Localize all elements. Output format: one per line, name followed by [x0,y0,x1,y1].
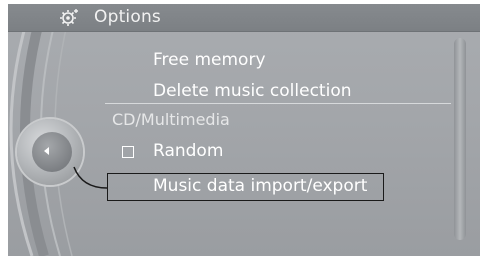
idrive-screen: Options Free memory Delete music collect… [8,4,480,256]
callout-leader-line [73,166,108,189]
